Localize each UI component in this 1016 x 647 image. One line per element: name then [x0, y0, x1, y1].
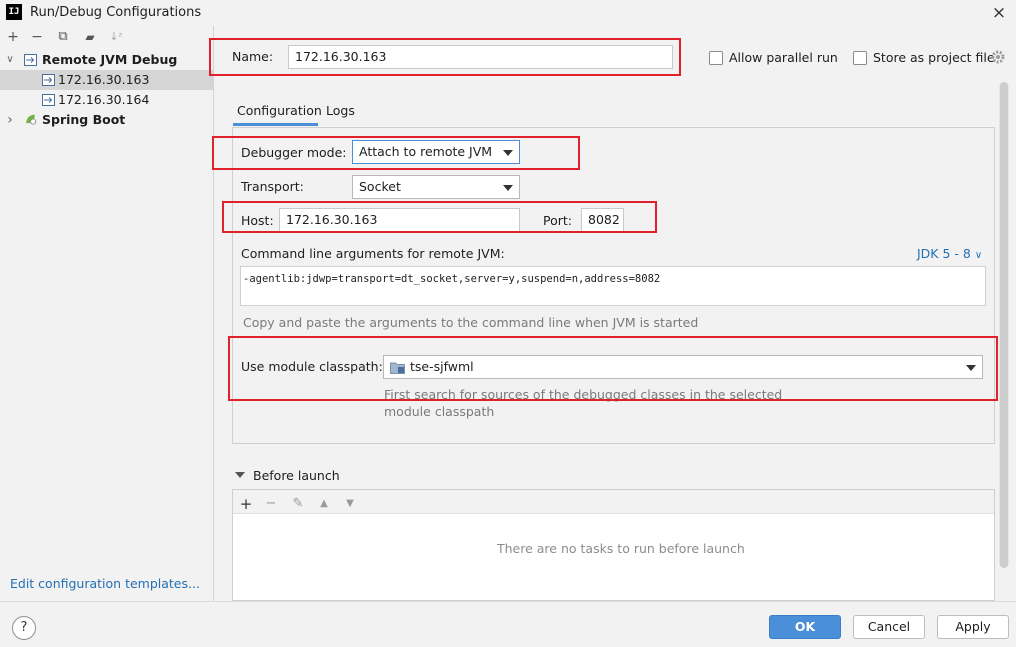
collapse-triangle-icon[interactable]: [235, 472, 245, 478]
tree-item-label: Spring Boot: [42, 112, 126, 127]
folder-icon[interactable]: ▰: [81, 28, 99, 46]
gear-icon[interactable]: [991, 50, 1005, 64]
remote-debug-icon: [42, 94, 55, 106]
before-launch-title: Before launch: [253, 468, 340, 483]
chevron-down-icon: [503, 185, 513, 191]
edit-configuration-templates-link[interactable]: Edit configuration templates...: [10, 576, 200, 591]
transport-value: Socket: [359, 179, 401, 194]
spring-boot-icon: [26, 114, 37, 125]
dialog-button-bar: ? OK Cancel Apply: [0, 601, 1016, 647]
before-launch-empty-text: There are no tasks to run before launch: [497, 541, 745, 556]
remove-icon[interactable]: −: [28, 28, 46, 46]
command-line-textarea[interactable]: -agentlib:jdwp=transport=dt_socket,serve…: [240, 266, 986, 306]
configuration-tree-panel: + − ⧉ ▰ ↓ᶻ ∨ Remote JVM Debug 172.16.30.…: [0, 26, 214, 601]
tab-logs[interactable]: Logs: [326, 103, 355, 118]
jdk-version-label: JDK 5 - 8: [917, 246, 971, 261]
active-tab-indicator: [233, 123, 318, 126]
add-icon[interactable]: +: [4, 28, 22, 46]
module-hint-line-2: module classpath: [384, 404, 495, 419]
move-up-icon[interactable]: ▲: [315, 495, 333, 513]
remove-icon[interactable]: −: [262, 495, 280, 513]
command-line-label: Command line arguments for remote JVM:: [241, 246, 505, 261]
tree-item-label: Remote JVM Debug: [42, 52, 178, 67]
tree-item-172-16-30-163[interactable]: 172.16.30.163: [0, 70, 213, 90]
vertical-scrollbar[interactable]: [999, 82, 1009, 568]
highlight-box-module-classpath: [228, 336, 998, 401]
add-icon[interactable]: +: [237, 495, 255, 513]
tree-item-spring-boot[interactable]: › Spring Boot: [0, 110, 213, 130]
chevron-down-icon: ∨: [974, 250, 983, 261]
move-down-icon[interactable]: ▼: [341, 495, 359, 513]
store-as-project-file-checkbox[interactable]: [853, 51, 867, 65]
store-as-project-file-label: Store as project file: [873, 50, 995, 65]
highlight-box-debugger-mode: [212, 136, 580, 170]
transport-select[interactable]: Socket: [352, 175, 520, 199]
title-bar: IJ Run/Debug Configurations ×: [0, 0, 1016, 26]
scrollbar-thumb[interactable]: [1000, 82, 1008, 568]
highlight-box-name: [209, 38, 681, 76]
transport-label: Transport:: [241, 179, 304, 194]
jdk-version-selector[interactable]: JDK 5 - 8 ∨: [917, 246, 982, 261]
apply-button[interactable]: Apply: [937, 615, 1009, 639]
tree-item-label: 172.16.30.164: [58, 92, 150, 107]
sort-icon[interactable]: ↓ᶻ: [107, 28, 125, 46]
cancel-button[interactable]: Cancel: [853, 615, 925, 639]
tree-item-label: 172.16.30.163: [58, 72, 150, 87]
close-icon[interactable]: ×: [988, 3, 1010, 23]
intellij-app-icon: IJ: [6, 4, 22, 20]
command-line-value: -agentlib:jdwp=transport=dt_socket,serve…: [243, 273, 661, 285]
ok-button[interactable]: OK: [769, 615, 841, 639]
chevron-down-icon[interactable]: ∨: [4, 50, 16, 70]
chevron-right-icon[interactable]: ›: [4, 110, 16, 130]
allow-parallel-run-checkbox[interactable]: [709, 51, 723, 65]
tree-item-remote-jvm-debug[interactable]: ∨ Remote JVM Debug: [0, 50, 213, 70]
tree-item-172-16-30-164[interactable]: 172.16.30.164: [0, 90, 213, 110]
edit-icon[interactable]: ✎: [289, 495, 307, 513]
remote-debug-icon: [24, 54, 37, 66]
allow-parallel-run-label: Allow parallel run: [729, 50, 838, 65]
remote-debug-icon: [42, 74, 55, 86]
copy-icon[interactable]: ⧉: [54, 28, 72, 46]
help-icon[interactable]: ?: [12, 616, 36, 640]
command-line-hint: Copy and paste the arguments to the comm…: [243, 315, 699, 330]
tab-configuration[interactable]: Configuration: [237, 103, 322, 118]
window-title: Run/Debug Configurations: [30, 5, 202, 20]
highlight-box-host-port: [222, 201, 657, 233]
